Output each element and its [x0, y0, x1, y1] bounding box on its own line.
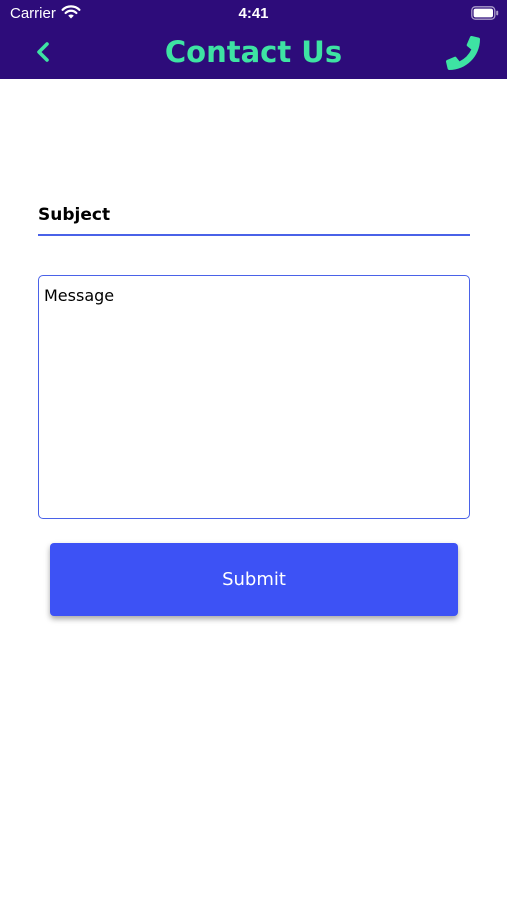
status-time: 4:41 — [238, 5, 269, 22]
battery-icon — [471, 6, 499, 20]
navigation-bar: Contact Us — [0, 28, 507, 79]
phone-icon[interactable] — [446, 36, 480, 70]
submit-button[interactable]: Submit — [50, 543, 458, 616]
subject-input[interactable] — [38, 196, 470, 236]
message-textarea[interactable] — [38, 275, 470, 519]
status-bar: Carrier 4:41 — [0, 0, 507, 28]
page-title: Contact Us — [164, 35, 343, 69]
app-header: Carrier 4:41 Contact Us — [0, 0, 507, 79]
